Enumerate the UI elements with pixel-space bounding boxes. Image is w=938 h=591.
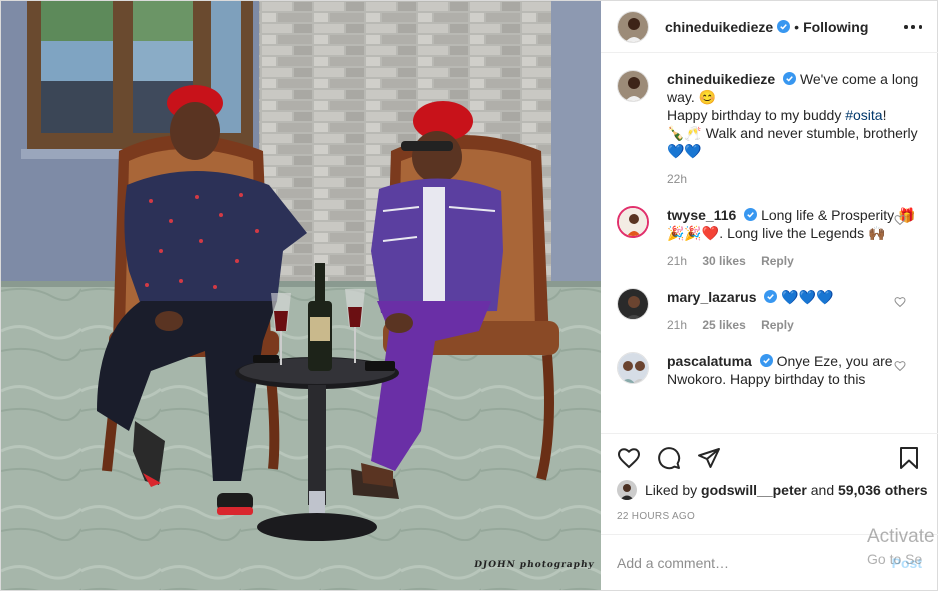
comment: twyse_116 Long life & Prosperity 🎁🎉🎉❤️. … — [617, 206, 922, 270]
comment-username[interactable]: twyse_116 — [667, 207, 736, 223]
reply-button[interactable]: Reply — [761, 254, 794, 268]
likes-others-count[interactable]: 59,036 others — [838, 482, 928, 498]
likes-prefix: Liked by — [645, 482, 698, 498]
post-side-panel: chineduikedieze • Following chineduikedi… — [601, 1, 938, 590]
add-comment-bar: Post — [601, 534, 938, 590]
caption-username[interactable]: chineduikedieze — [667, 71, 775, 87]
bookmark-icon[interactable] — [897, 446, 921, 470]
post-timestamp[interactable]: 22 HOURS AGO — [617, 511, 695, 522]
caption-avatar[interactable] — [617, 70, 649, 102]
comment-like-heart-icon[interactable] — [894, 360, 906, 372]
commenter-avatar[interactable] — [617, 288, 649, 320]
more-options-icon[interactable] — [904, 18, 922, 36]
post-photo[interactable]: DJOHN photography — [1, 1, 601, 590]
caption: chineduikedieze We've come a long way. 😊… — [617, 70, 922, 204]
comment: pascalatuma Onye Eze, you are Nwokoro. H… — [617, 352, 922, 388]
photo-credit: DJOHN photography — [473, 560, 596, 570]
post-comment-button[interactable]: Post — [892, 555, 922, 571]
verified-badge-icon — [759, 354, 773, 367]
action-icons — [617, 446, 922, 472]
comment-username[interactable]: pascalatuma — [667, 353, 752, 369]
verified-badge-icon — [783, 72, 797, 85]
photo-illustration — [1, 1, 601, 590]
header-separator: • — [794, 18, 800, 35]
comments-list[interactable]: chineduikedieze We've come a long way. 😊… — [601, 54, 938, 432]
comment-text: 💙💙💙 — [781, 289, 834, 305]
likes-middle: and — [810, 482, 835, 498]
commenter-avatar[interactable] — [617, 206, 649, 238]
liker-avatar[interactable] — [617, 480, 637, 500]
share-icon[interactable] — [697, 446, 721, 470]
verified-badge-icon — [764, 290, 778, 303]
post-header: chineduikedieze • Following — [601, 1, 938, 53]
caption-text-line3: 🍾🥂 Walk and never stumble, brotherly 💙💙 — [667, 125, 918, 159]
caption-text-line2-suffix: ! — [882, 107, 887, 123]
comment-like-heart-icon[interactable] — [894, 214, 906, 226]
author-avatar[interactable] — [617, 10, 649, 43]
comment-like-heart-icon[interactable] — [894, 296, 906, 308]
liker-username[interactable]: godswill__peter — [701, 482, 807, 498]
reply-button[interactable]: Reply — [761, 318, 794, 332]
add-comment-input[interactable] — [617, 554, 847, 571]
instagram-post: DJOHN photography chineduikedieze • Foll… — [0, 0, 938, 591]
comment: mary_lazarus 💙💙💙 21h 25 likes Reply — [617, 288, 922, 334]
likes-summary: Liked by godswill__peter and 59,036 othe… — [617, 480, 928, 500]
comment-icon[interactable] — [657, 446, 681, 470]
comment-likes[interactable]: 25 likes — [702, 318, 745, 332]
following-button[interactable]: Following — [803, 19, 868, 35]
comment-time[interactable]: 21h — [667, 318, 687, 332]
commenter-avatar[interactable] — [617, 352, 649, 384]
verified-badge-icon — [777, 20, 791, 33]
hashtag-link[interactable]: #osita — [845, 107, 882, 123]
comment-likes[interactable]: 30 likes — [702, 254, 745, 268]
caption-time[interactable]: 22h — [667, 172, 687, 186]
verified-badge-icon — [744, 208, 758, 221]
post-actions: Liked by godswill__peter and 59,036 othe… — [601, 433, 938, 590]
comment-username[interactable]: mary_lazarus — [667, 289, 757, 305]
heart-icon[interactable] — [617, 446, 641, 470]
author-username[interactable]: chineduikedieze — [665, 19, 773, 35]
caption-text-line2: Happy birthday to my buddy — [667, 107, 846, 123]
comment-time[interactable]: 21h — [667, 254, 687, 268]
